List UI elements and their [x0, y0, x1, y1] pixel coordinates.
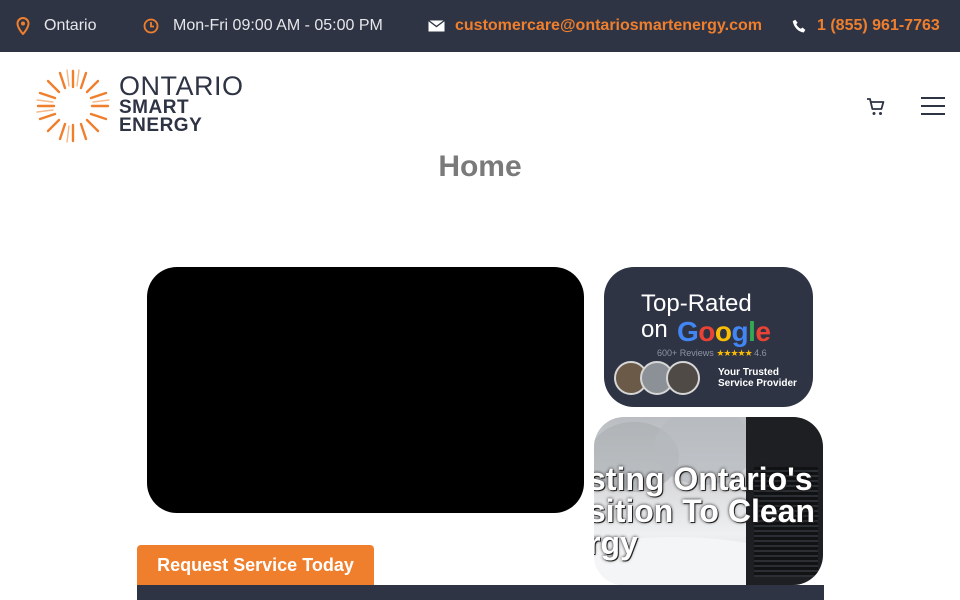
reviewer-avatars	[614, 361, 704, 397]
google-wordmark: Google	[677, 316, 771, 347]
hamburger-menu-icon[interactable]	[920, 96, 946, 121]
star-rating: ★★★★★	[716, 348, 752, 358]
site-header: ONTARIO SMART ENERGY	[0, 52, 960, 152]
envelope-icon	[428, 20, 445, 32]
request-service-button[interactable]: Request Service Today	[137, 545, 374, 585]
sunburst-logo-icon	[36, 69, 110, 143]
rating-on-text: on	[641, 316, 668, 343]
phone-icon	[792, 19, 807, 34]
phone-link[interactable]: 1 (855) 961-7763	[817, 17, 940, 35]
phone-item[interactable]: 1 (855) 961-7763	[792, 0, 940, 52]
video-player[interactable]	[147, 267, 584, 513]
brand-logo[interactable]: ONTARIO SMART ENERGY	[34, 67, 243, 145]
location-text: Ontario	[44, 17, 97, 34]
map-pin-icon	[16, 17, 30, 35]
google-rating-card[interactable]: Top-Rated on Google 600+ Reviews ★★★★★ 4…	[604, 267, 813, 407]
email-link[interactable]: customercare@ontariosmartenergy.com	[455, 17, 762, 35]
trusted-tagline: Your Trusted Service Provider	[718, 367, 797, 389]
promo-headline: sting Ontario's sition To Clean rgy	[594, 461, 815, 561]
avatar	[666, 361, 700, 395]
review-summary: 600+ Reviews ★★★★★ 4.6	[657, 348, 767, 358]
email-item[interactable]: customercare@ontariosmartenergy.com	[428, 0, 762, 52]
clock-icon	[143, 18, 159, 34]
location-item: Ontario	[16, 0, 96, 52]
hours-text: Mon-Fri 09:00 AM - 05:00 PM	[173, 17, 383, 34]
logo-text-energy: ENERGY	[119, 115, 203, 136]
service-form-bar	[137, 585, 824, 600]
page-title: Home	[438, 150, 522, 183]
hours-item: Mon-Fri 09:00 AM - 05:00 PM	[143, 0, 383, 52]
clean-energy-promo-card[interactable]: sting Ontario's sition To Clean rgy	[594, 417, 823, 585]
rating-heading: Top-Rated	[641, 290, 752, 317]
cart-icon[interactable]	[866, 97, 886, 122]
top-contact-bar: Ontario Mon-Fri 09:00 AM - 05:00 PM cust…	[0, 0, 960, 52]
